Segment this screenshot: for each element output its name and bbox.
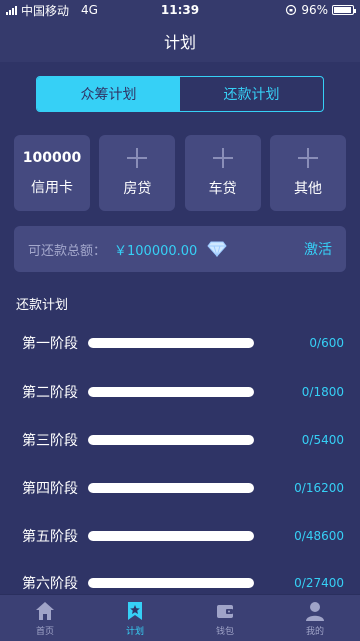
status-left: 中国移动 4G xyxy=(6,2,98,19)
loan-type-cards: 100000 信用卡 房贷 车贷 其他 xyxy=(14,135,346,211)
stage-progress-bar xyxy=(88,531,254,541)
wallet-icon xyxy=(217,604,233,618)
carrier-label: 中国移动 xyxy=(21,3,70,18)
other-card[interactable]: 其他 xyxy=(269,135,346,211)
stage-value: 0/27400 xyxy=(294,576,344,590)
mortgage-card[interactable]: 房贷 xyxy=(99,135,176,211)
tab-wallet[interactable]: 钱包 xyxy=(180,595,270,641)
plus-icon xyxy=(297,148,318,168)
card-label: 房贷 xyxy=(123,181,152,197)
stage-progress-bar xyxy=(88,387,254,397)
stage-progress-bar xyxy=(88,435,254,445)
repayable-total-bar: 可还款总额： ￥100000.00 激活 xyxy=(14,226,346,272)
stage-value: 0/600 xyxy=(309,336,344,350)
stage-row: 第六阶段 0/27400 xyxy=(22,573,344,593)
stage-progress-bar xyxy=(88,578,254,588)
stage-name: 第五阶段 xyxy=(22,529,78,545)
bottom-tab-bar: 首页 计划 钱包 我的 xyxy=(0,594,360,641)
total-amount: ￥100000.00 xyxy=(114,243,198,259)
status-bar: 中国移动 4G 11:39 96% xyxy=(0,0,360,20)
plus-icon xyxy=(212,148,233,168)
stage-value: 0/16200 xyxy=(294,481,344,495)
stage-value: 0/5400 xyxy=(301,433,344,447)
tab-label: 计划 xyxy=(125,626,144,637)
stage-name: 第四阶段 xyxy=(22,481,78,497)
activate-button[interactable]: 激活 xyxy=(304,239,332,259)
section-title: 还款计划 xyxy=(16,298,69,313)
stage-progress-bar xyxy=(88,338,254,348)
tab-mine[interactable]: 我的 xyxy=(270,595,360,641)
nav-bar: 计划 xyxy=(0,20,360,62)
tab-repayment-plan[interactable]: 还款计划 xyxy=(180,77,323,111)
credit-card-card[interactable]: 100000 信用卡 xyxy=(14,135,90,211)
stage-value: 0/48600 xyxy=(294,529,344,543)
status-time: 11:39 xyxy=(160,3,200,17)
stage-name: 第六阶段 xyxy=(22,576,78,592)
stage-row: 第五阶段 0/48600 xyxy=(22,526,344,546)
status-right: 96% xyxy=(285,3,356,17)
card-label: 车贷 xyxy=(208,181,237,197)
orientation-lock-icon xyxy=(286,4,297,16)
stage-row: 第二阶段 0/1800 xyxy=(22,382,344,402)
card-label: 其他 xyxy=(293,181,322,197)
tab-crowdfunding-plan[interactable]: 众筹计划 xyxy=(37,77,180,111)
tab-label: 我的 xyxy=(305,626,324,637)
plan-segment-control: 众筹计划 还款计划 xyxy=(36,76,324,112)
stage-row: 第三阶段 0/5400 xyxy=(22,430,344,450)
card-amount: 100000 xyxy=(22,150,82,166)
plus-icon xyxy=(127,148,148,168)
battery-level xyxy=(334,7,352,13)
total-label: 可还款总额： xyxy=(28,243,107,259)
tab-home[interactable]: 首页 xyxy=(0,595,90,641)
stage-row: 第四阶段 0/16200 xyxy=(22,478,344,498)
car-loan-card[interactable]: 车贷 xyxy=(184,135,261,211)
stage-name: 第三阶段 xyxy=(22,433,78,449)
battery-percent: 96% xyxy=(301,3,328,17)
bookmark-star-icon xyxy=(128,601,142,620)
page-title: 计划 xyxy=(163,33,196,52)
diamond-icon xyxy=(207,241,227,257)
stage-progress-bar xyxy=(88,483,254,493)
battery-icon xyxy=(332,5,356,15)
card-label: 信用卡 xyxy=(31,180,73,196)
stage-value: 0/1800 xyxy=(301,385,344,399)
stage-row: 第一阶段 0/600 xyxy=(22,333,344,353)
tab-label: 首页 xyxy=(35,626,54,637)
tab-label: 钱包 xyxy=(215,626,234,637)
tab-plan[interactable]: 计划 xyxy=(90,595,180,641)
home-icon xyxy=(36,601,54,620)
stage-name: 第一阶段 xyxy=(22,336,78,352)
network-label: 4G xyxy=(81,3,98,17)
signal-icon xyxy=(6,5,17,15)
stage-name: 第二阶段 xyxy=(22,385,78,401)
user-icon xyxy=(306,601,324,621)
